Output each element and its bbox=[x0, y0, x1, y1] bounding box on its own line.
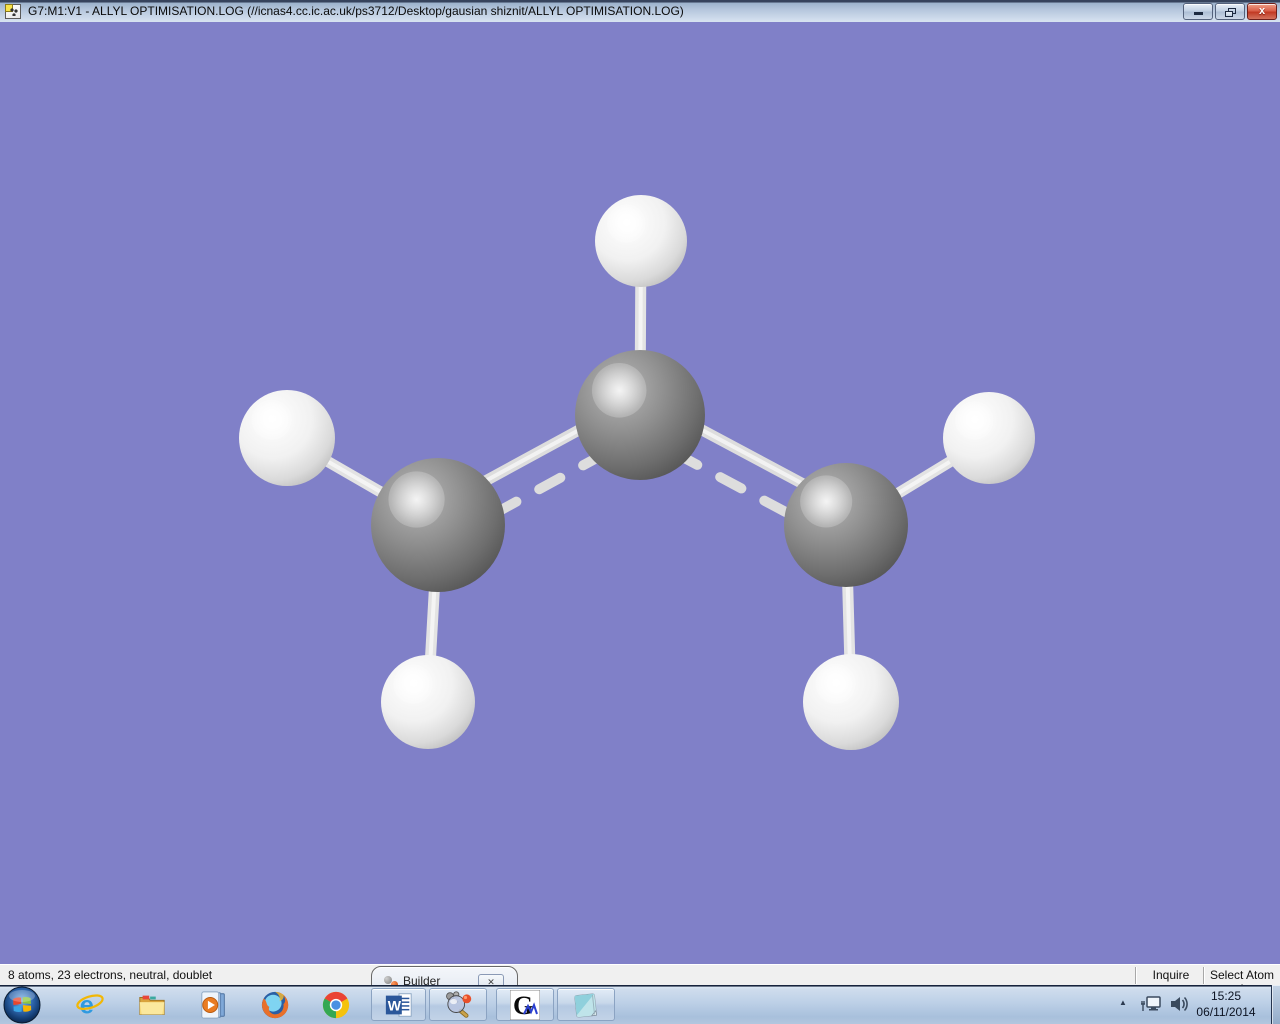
firefox-icon bbox=[261, 991, 289, 1019]
tray-clock[interactable]: 15:25 06/11/2014 bbox=[1188, 988, 1264, 1020]
tray-time: 15:25 bbox=[1210, 989, 1242, 1003]
status-divider bbox=[1135, 967, 1136, 984]
carbon-atom[interactable] bbox=[575, 350, 705, 480]
status-bar: 8 atoms, 23 electrons, neutral, doublet … bbox=[0, 964, 1280, 996]
tray-date: 06/11/2014 bbox=[1196, 1005, 1256, 1019]
carbon-atom[interactable] bbox=[371, 458, 505, 592]
gaussview-document-icon bbox=[5, 4, 21, 19]
hydrogen-atom[interactable] bbox=[239, 390, 335, 486]
media-player-icon bbox=[201, 991, 225, 1019]
status-divider bbox=[1203, 967, 1204, 984]
network-icon[interactable] bbox=[1140, 994, 1162, 1014]
allyl-molecule-model[interactable] bbox=[0, 22, 1280, 964]
taskbar-windows-explorer[interactable] bbox=[135, 988, 169, 1022]
taskbar-gaussview-button[interactable] bbox=[429, 988, 487, 1021]
taskbar-internet-explorer[interactable]: e bbox=[73, 988, 107, 1022]
close-button[interactable]: x bbox=[1247, 3, 1277, 20]
volume-icon[interactable] bbox=[1168, 994, 1190, 1014]
minimize-button[interactable] bbox=[1183, 3, 1213, 20]
taskbar-word-button[interactable]: W bbox=[371, 988, 426, 1021]
taskbar: e W G ▲ 15:25 06/11/2014 bbox=[0, 985, 1280, 1024]
svg-text:G: G bbox=[513, 991, 533, 1020]
gaussview-icon bbox=[446, 990, 472, 1018]
chrome-icon bbox=[322, 991, 350, 1019]
hydrogen-atom[interactable] bbox=[803, 654, 899, 750]
taskbar-gaussian-button[interactable]: G bbox=[496, 988, 554, 1021]
show-desktop-button[interactable] bbox=[1271, 985, 1280, 1024]
hydrogen-atom[interactable] bbox=[595, 195, 687, 287]
svg-text:W: W bbox=[387, 997, 401, 1013]
restore-button[interactable] bbox=[1215, 3, 1245, 20]
gaussian-icon: G bbox=[510, 989, 540, 1020]
windows-logo-icon bbox=[3, 986, 41, 1024]
molecule-viewport[interactable] bbox=[0, 22, 1280, 964]
notepad-icon bbox=[574, 992, 598, 1018]
internet-explorer-icon: e bbox=[76, 991, 104, 1019]
taskbar-firefox[interactable] bbox=[258, 988, 292, 1022]
desktop: G7:M1:V1 - ALLYL OPTIMISATION.LOG (//icn… bbox=[0, 0, 1280, 1024]
taskbar-chrome[interactable] bbox=[319, 988, 353, 1022]
folder-icon bbox=[139, 995, 165, 1015]
start-button[interactable] bbox=[3, 986, 41, 1024]
window-controls: x bbox=[1183, 3, 1277, 20]
window-titlebar[interactable]: G7:M1:V1 - ALLYL OPTIMISATION.LOG (//icn… bbox=[0, 0, 1280, 22]
close-icon: x bbox=[1258, 5, 1266, 17]
carbon-atom[interactable] bbox=[784, 463, 908, 587]
hydrogen-atom[interactable] bbox=[943, 392, 1035, 484]
word-icon: W bbox=[385, 992, 412, 1017]
restore-icon bbox=[1225, 8, 1237, 17]
minimize-icon bbox=[1194, 12, 1203, 15]
status-mode: Inquire bbox=[1152, 968, 1190, 982]
taskbar-media-player[interactable] bbox=[197, 988, 231, 1022]
hydrogen-atom[interactable] bbox=[381, 655, 475, 749]
molecule-summary: 8 atoms, 23 electrons, neutral, doublet bbox=[8, 968, 213, 982]
hidden-icons-arrow[interactable]: ▲ bbox=[1116, 998, 1130, 1010]
window-title: G7:M1:V1 - ALLYL OPTIMISATION.LOG (//icn… bbox=[28, 4, 684, 18]
taskbar-journal-button[interactable] bbox=[557, 988, 615, 1021]
